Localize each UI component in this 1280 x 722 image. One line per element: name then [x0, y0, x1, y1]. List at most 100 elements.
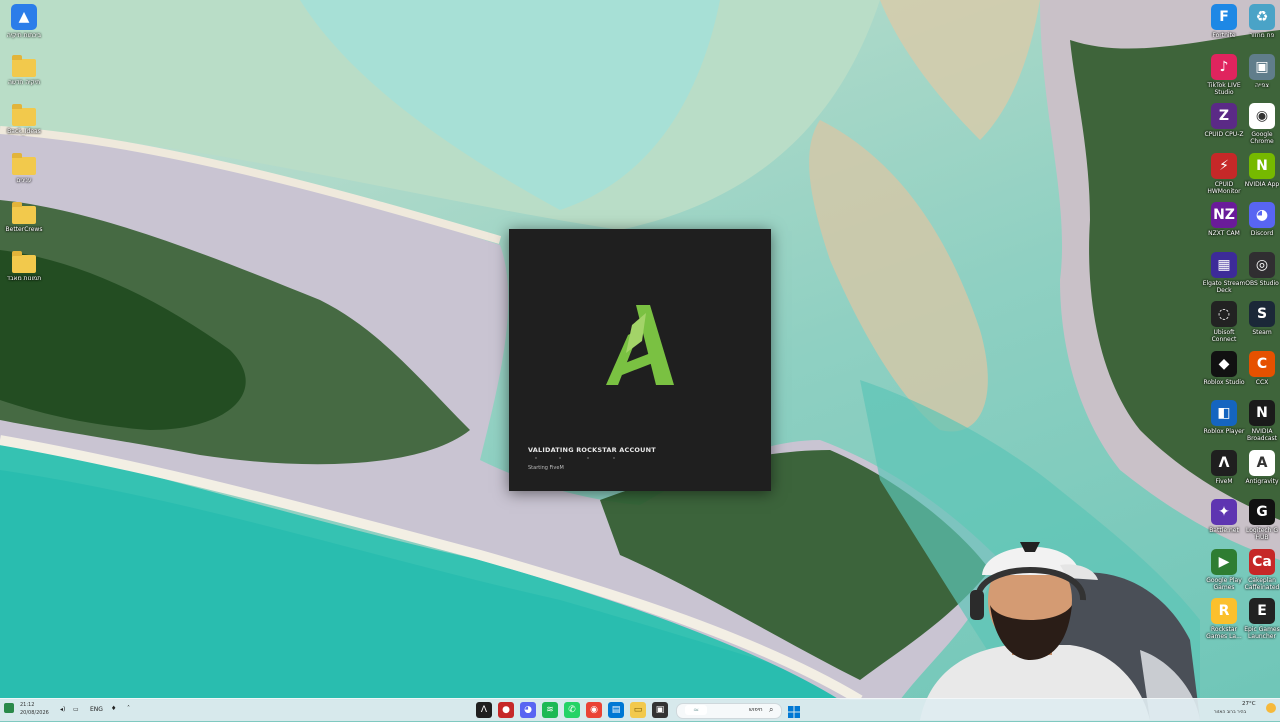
- app-icon: NZ: [1211, 202, 1237, 228]
- desktop-icon-label: פח מחזור: [1249, 32, 1275, 39]
- app-icon: ▣: [1249, 53, 1275, 80]
- app-icon: ▦: [1211, 251, 1237, 278]
- search-icon: ⌕: [769, 705, 774, 714]
- windows-logo-icon: [788, 706, 800, 718]
- app-icon: ▶: [1211, 548, 1237, 575]
- desktop-icon-back-ideas[interactable]: Back_Ideas: [2, 104, 46, 135]
- desktop-icon-[interactable]: ♻ פח מחזור: [1240, 4, 1280, 39]
- app-icon: ◎: [1249, 251, 1275, 278]
- app-icon: Λ: [1211, 449, 1237, 476]
- desktop-icon-label: ענינים: [16, 177, 32, 184]
- weather-temp[interactable]: 27°C: [1242, 701, 1256, 707]
- desktop-icon-folder-3[interactable]: ענינים: [2, 153, 46, 184]
- widget-icon[interactable]: [4, 703, 14, 713]
- taskbar-fivem-icon[interactable]: Λ: [476, 702, 492, 718]
- app-icon: S: [1249, 301, 1275, 327]
- desktop-icon-google-chrome[interactable]: ◉ Google Chrome: [1240, 103, 1280, 145]
- weather-description: בהיר ברוב האזור: [1214, 710, 1247, 715]
- desktop-icon-obs-studio[interactable]: ◎ OBS Studio: [1240, 251, 1280, 287]
- photos-icon: ▲: [11, 4, 37, 30]
- desktop-icon-bettercrews[interactable]: BetterCrews: [2, 202, 46, 233]
- app-icon: ◉: [1249, 103, 1275, 129]
- folder-icon: [12, 104, 36, 126]
- desktop-icon-ccx[interactable]: C CCX: [1240, 350, 1280, 386]
- app-icon: E: [1249, 598, 1275, 624]
- taskbar-whatsapp-icon[interactable]: ✆: [564, 702, 580, 718]
- search-label: חיפוש: [749, 707, 763, 713]
- app-icon: A: [1249, 449, 1275, 476]
- status-title: VALIDATING ROCKSTAR ACCOUNT: [528, 446, 656, 454]
- app-icon: G: [1249, 499, 1275, 525]
- chevron-up-icon[interactable]: ˄: [127, 705, 130, 712]
- desktop-icon-label: תיקיה חדשה: [7, 79, 41, 86]
- desktop-icon-label: NVIDIA App: [1244, 180, 1280, 188]
- folder-icon: [12, 202, 36, 224]
- desktop-icon-label: ביכתות תיקיה: [6, 32, 42, 39]
- desktop-icon-label: BetterCrews: [5, 226, 43, 233]
- taskbar-time: 21:12: [20, 702, 35, 708]
- taskbar-spotify-icon[interactable]: ≋: [542, 702, 558, 718]
- app-icon: ⚡: [1211, 152, 1237, 179]
- app-icon: N: [1249, 400, 1275, 426]
- desktop-icon-cakeplan-caffeinated[interactable]: Ca Cakeplan Caffeinated: [1240, 548, 1280, 591]
- desktop-icon-folder-5[interactable]: תמונות מאבד: [2, 251, 46, 282]
- fivem-logo-icon: [606, 305, 674, 385]
- desktop-icon-antigravity[interactable]: A Antigravity: [1240, 449, 1280, 485]
- desktop-icon-label: Epic Games Launcher: [1244, 626, 1280, 640]
- desktop-icon-label: Cakeplan Caffeinated: [1244, 576, 1280, 591]
- desktop-icon-label: NVIDIA Broadcast: [1246, 428, 1278, 442]
- search-highlight-icon: ≈: [685, 705, 707, 715]
- desktop-icon-[interactable]: ▣ צפייה: [1240, 53, 1280, 89]
- desktop-icon-label: CCX: [1255, 378, 1269, 386]
- desktop-icon-label: Logitech G HUB: [1245, 527, 1279, 541]
- webcam-overlay: [900, 520, 1210, 720]
- app-icon: Ca: [1249, 548, 1275, 575]
- desktop-icon-nvidia-broadcast[interactable]: N NVIDIA Broadcast: [1240, 400, 1280, 442]
- desktop-icon-label: Discord: [1250, 230, 1274, 237]
- folder-icon: [12, 153, 36, 175]
- desktop-icon-label: תמונות מאבד: [6, 275, 42, 282]
- app-icon: ◌: [1211, 301, 1237, 327]
- taskbar-chrome-icon[interactable]: ◉: [586, 702, 602, 718]
- network-icon[interactable]: ▭: [73, 706, 79, 713]
- desktop-icon-logitech-g-hub[interactable]: G Logitech G HUB: [1240, 499, 1280, 541]
- taskbar-app-icon[interactable]: ▣: [652, 702, 668, 718]
- desktop-icon-photos-folder[interactable]: ▲ ביכתות תיקיה: [2, 4, 46, 39]
- app-icon: ◕: [1249, 202, 1275, 228]
- desktop-icon-discord[interactable]: ◕ Discord: [1240, 202, 1280, 237]
- folder-icon: [12, 251, 36, 273]
- taskbar-rockstar-icon[interactable]: ●: [498, 702, 514, 718]
- desktop-icon-label: Steam: [1252, 329, 1272, 336]
- app-icon: N: [1249, 152, 1275, 179]
- taskbar: 21:12 20/08/2026 ◂) ▭ ENG ♦ ˄ Λ ● ◕ ≋ ✆ ◉ ▤ ▭ ▣ …: [0, 698, 1280, 721]
- desktop-icon-steam[interactable]: S Steam: [1240, 301, 1280, 336]
- desktop-icon-label: צפייה: [1255, 81, 1269, 89]
- weather-sun-icon: [1266, 703, 1276, 713]
- taskbar-discord-icon[interactable]: ◕: [520, 702, 536, 718]
- app-icon: ◆: [1211, 350, 1237, 377]
- desktop-icon-label: Back_Ideas: [7, 128, 41, 135]
- app-icon: C: [1249, 350, 1275, 377]
- app-icon: F: [1211, 4, 1237, 30]
- mic-icon[interactable]: ♦: [111, 705, 116, 712]
- start-button[interactable]: [788, 703, 800, 718]
- fivem-loading-window[interactable]: VALIDATING ROCKSTAR ACCOUNT Starting Fiv…: [509, 229, 771, 491]
- desktop-icon-label: Google Chrome: [1250, 131, 1274, 145]
- desktop-icon-new-folder[interactable]: תיקיה חדשה: [2, 55, 46, 86]
- search-input[interactable]: ≈ חיפוש ⌕: [676, 703, 782, 719]
- desktop-icon-epic-games-launcher[interactable]: E Epic Games Launcher: [1240, 598, 1280, 640]
- desktop-icon-label: OBS Studio: [1245, 279, 1279, 287]
- volume-icon[interactable]: ◂): [60, 706, 65, 713]
- desktop-icon-nvidia-app[interactable]: N NVIDIA App: [1240, 152, 1280, 188]
- taskbar-file-explorer-icon[interactable]: ▭: [630, 702, 646, 718]
- app-icon: ✦: [1211, 499, 1237, 525]
- status-subtitle: Starting FiveM: [528, 465, 564, 471]
- folder-icon: [12, 55, 36, 77]
- progress-dots: [535, 457, 655, 460]
- app-icon: R: [1211, 598, 1237, 624]
- taskbar-store-icon[interactable]: ▤: [608, 702, 624, 718]
- app-icon: Z: [1211, 103, 1237, 129]
- app-icon: ♪: [1211, 53, 1237, 80]
- language-indicator[interactable]: ENG: [90, 706, 103, 713]
- desktop-icon-label: Antigravity: [1245, 477, 1279, 485]
